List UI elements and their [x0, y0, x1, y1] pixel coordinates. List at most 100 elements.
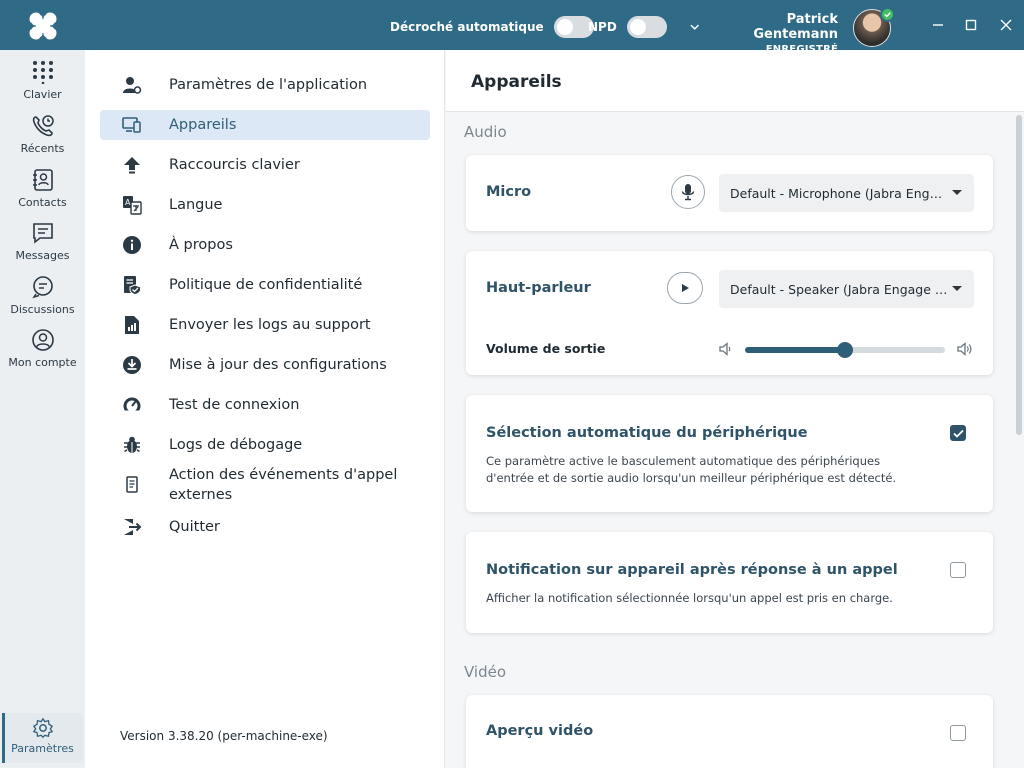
menu-item-devices[interactable]: Appareils: [100, 110, 430, 140]
menu-item-connection-test[interactable]: Test de connexion: [100, 390, 430, 420]
nav-item-account[interactable]: Mon compte: [0, 328, 85, 369]
volume-high-icon: [957, 342, 972, 356]
npd-toggle[interactable]: [626, 16, 667, 38]
keyboard-shortcut-icon: [122, 155, 142, 175]
auto-select-title: Sélection automatique du périphérique: [486, 425, 808, 441]
speaker-test-button[interactable]: [667, 272, 703, 304]
account-icon: [31, 329, 54, 351]
npd-group: NPD: [588, 16, 667, 38]
menu-item-quit[interactable]: Quitter: [100, 512, 430, 542]
menu-item-send-logs[interactable]: Envoyer les logs au support: [100, 310, 430, 340]
speaker-card: Haut-parleur Default - Speaker (Jabra En…: [466, 251, 993, 375]
play-icon: [682, 284, 689, 292]
title-bar: Décroché automatique NPD Patrick Gentema…: [0, 0, 1024, 55]
checkmark-icon: [952, 429, 964, 438]
caret-down-icon: [952, 286, 962, 291]
speaker-select[interactable]: Default - Speaker (Jabra Engage 75): [719, 270, 974, 308]
auto-select-description: Ce paramètre active le basculement autom…: [486, 454, 897, 485]
nav-item-discussions[interactable]: Discussions: [0, 275, 85, 316]
nav-label: Clavier: [23, 88, 62, 101]
nav-label: Mon compte: [8, 356, 77, 369]
bug-icon: [122, 435, 142, 455]
npd-label: NPD: [588, 20, 617, 34]
panel-header: Appareils: [446, 50, 1024, 112]
speedometer-icon: [122, 395, 142, 415]
menu-item-config-update[interactable]: Mise à jour des configurations: [100, 350, 430, 380]
video-preview-checkbox[interactable]: [950, 725, 966, 741]
menu-item-label: Mise à jour des configurations: [169, 357, 387, 373]
menu-item-debug-logs[interactable]: Logs de débogage: [100, 430, 430, 460]
nav-item-messages[interactable]: Messages: [0, 221, 85, 262]
menu-item-app-settings[interactable]: Paramètres de l'application: [100, 70, 430, 100]
nav-item-keypad[interactable]: Clavier: [0, 60, 85, 101]
micro-select[interactable]: Default - Microphone (Jabra Engage 75): [719, 174, 974, 212]
output-volume-label: Volume de sortie: [486, 341, 606, 356]
menu-item-label: Paramètres de l'application: [169, 77, 368, 93]
maximize-icon: [965, 19, 977, 31]
auto-answer-label: Décroché automatique: [390, 20, 544, 34]
recent-calls-icon: [32, 115, 54, 137]
menu-item-label: Action des événements d'appel externes: [169, 467, 398, 503]
volume-slider[interactable]: [745, 342, 945, 358]
microphone-icon: [681, 184, 695, 201]
discussions-icon: [31, 276, 53, 299]
minimize-button[interactable]: [927, 14, 949, 36]
devices-panel: Appareils Audio Micro Default - Micropho…: [446, 50, 1024, 768]
micro-test-button[interactable]: [671, 175, 705, 209]
user-settings-icon: [122, 75, 142, 95]
video-preview-title: Aperçu vidéo: [486, 723, 594, 739]
chevron-down-icon: [690, 24, 699, 30]
volume-low-icon: [719, 342, 731, 356]
logout-icon: [122, 517, 142, 537]
language-icon: A: [122, 195, 142, 215]
nav-item-settings[interactable]: Paramètres: [2, 713, 83, 763]
send-logs-icon: [122, 315, 142, 335]
auto-select-checkbox[interactable]: [950, 425, 966, 441]
volume-slider-thumb[interactable]: [837, 342, 853, 358]
menu-item-keyboard-shortcuts[interactable]: Raccourcis clavier: [100, 150, 430, 180]
notification-card: Notification sur appareil après réponse …: [466, 532, 993, 633]
speaker-select-value: Default - Speaker (Jabra Engage 75): [730, 281, 948, 297]
gear-icon: [32, 717, 53, 739]
menu-item-label: Envoyer les logs au support: [169, 317, 371, 333]
menu-item-language[interactable]: A Langue: [100, 190, 430, 220]
menu-item-external-call-events[interactable]: Action des événements d'appel externes: [100, 463, 430, 507]
section-video-label: Vidéo: [464, 663, 507, 681]
menu-item-about[interactable]: À propos: [100, 230, 430, 260]
nav-item-recents[interactable]: Récents: [0, 114, 85, 155]
maximize-button[interactable]: [960, 14, 982, 36]
messages-icon: [32, 223, 53, 244]
section-audio-label: Audio: [464, 123, 507, 141]
user-menu[interactable]: Patrick Gentemann ENREGISTRÉ: [690, 12, 838, 55]
download-icon: [122, 355, 142, 375]
main-scrollbar[interactable]: [1016, 115, 1022, 435]
menu-item-label: Test de connexion: [169, 397, 300, 413]
nav-label-settings: Paramètres: [11, 742, 74, 755]
user-name: Patrick Gentemann: [753, 12, 838, 42]
menu-item-label: À propos: [169, 237, 233, 253]
micro-select-value: Default - Microphone (Jabra Engage 75): [730, 185, 948, 201]
caret-down-icon: [952, 190, 962, 195]
notification-title: Notification sur appareil après réponse …: [486, 562, 898, 578]
nav-label: Discussions: [10, 303, 75, 316]
speaker-title: Haut-parleur: [486, 280, 591, 296]
page-title: Appareils: [471, 72, 562, 92]
minimize-icon: [933, 24, 943, 26]
menu-item-label: Langue: [169, 197, 223, 213]
menu-item-label: Politique de confidentialité: [169, 277, 363, 293]
presence-available-icon: [880, 7, 895, 22]
volume-slider-fill: [745, 347, 845, 353]
nav-item-contacts[interactable]: Contacts: [0, 168, 85, 209]
menu-item-label: Logs de débogage: [169, 437, 303, 453]
menu-item-label: Quitter: [169, 519, 220, 535]
settings-menu: Paramètres de l'application Appareils Ra…: [85, 50, 445, 768]
app-logo-icon: [28, 11, 58, 41]
menu-item-privacy[interactable]: Politique de confidentialité: [100, 270, 430, 300]
close-button[interactable]: [995, 14, 1017, 36]
app-version: Version 3.38.20 (per-machine-exe): [120, 729, 328, 743]
notification-checkbox[interactable]: [950, 562, 966, 578]
info-icon: [122, 235, 142, 255]
menu-item-label: Raccourcis clavier: [169, 157, 300, 173]
notification-description: Afficher la notification sélectionnée lo…: [486, 591, 893, 605]
privacy-icon: [122, 275, 142, 295]
